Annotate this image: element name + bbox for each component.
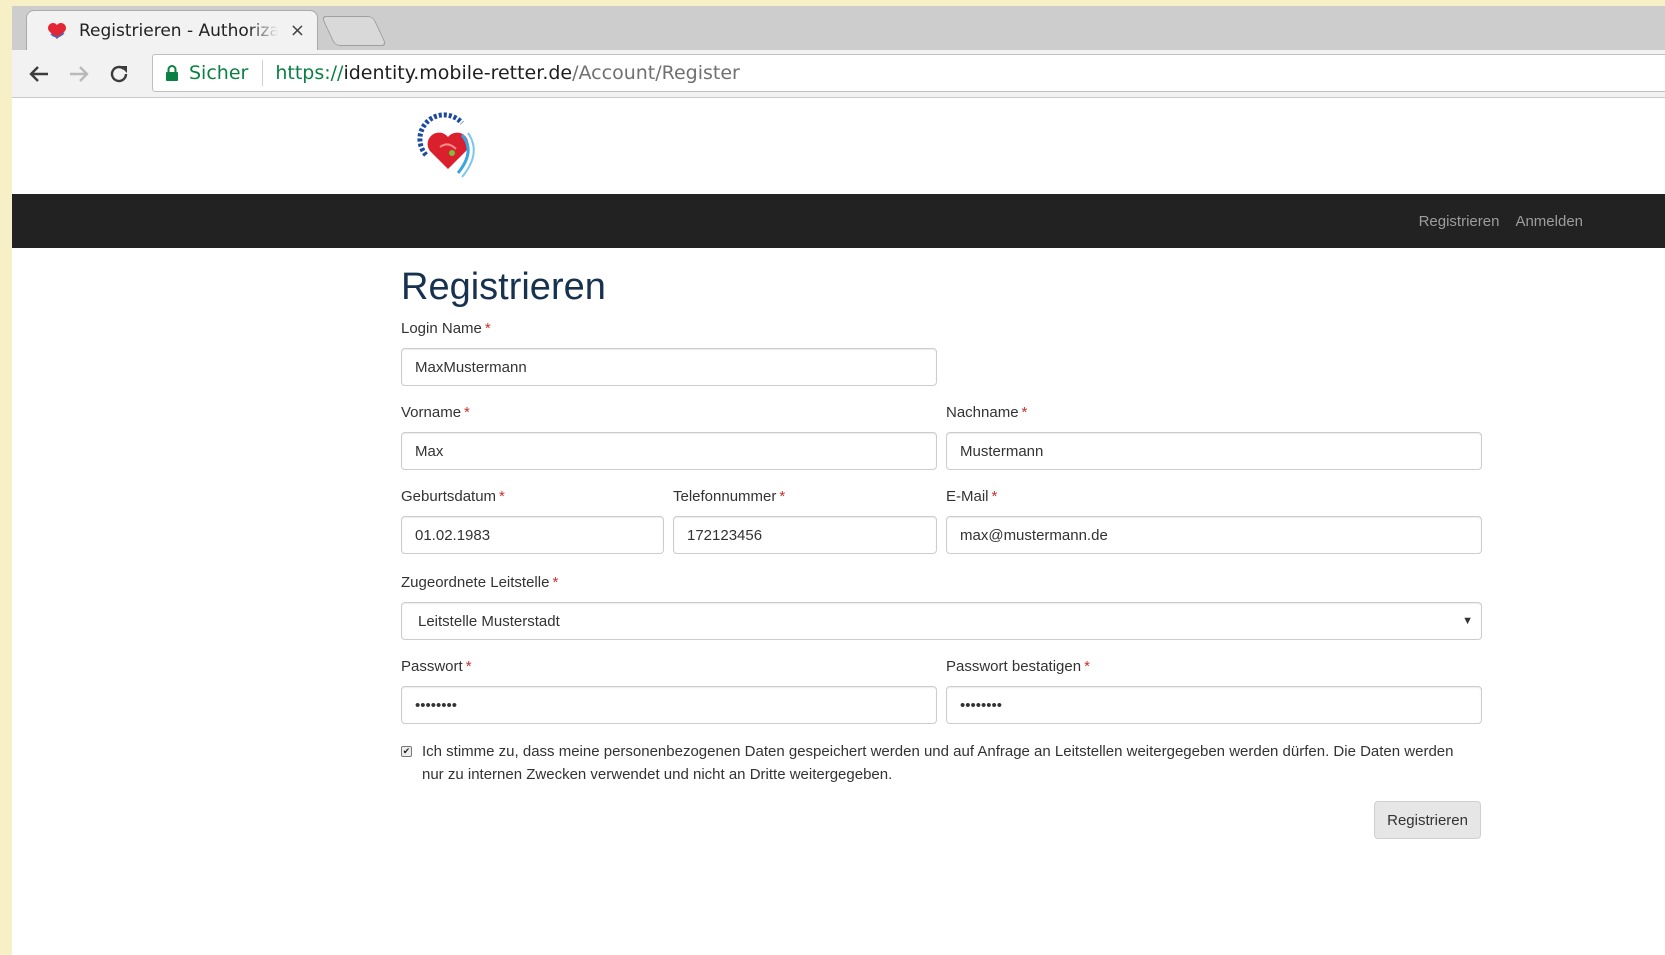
consent-checkbox[interactable]: ✔ [401,746,412,757]
email-input[interactable] [946,516,1482,554]
required-mark: * [991,488,998,505]
birthdate-label-text: Geburtsdatum [401,488,497,505]
required-mark: * [779,488,786,505]
first-name-input[interactable] [401,432,937,470]
back-arrow-icon [29,65,48,82]
last-name-input[interactable] [946,432,1482,470]
first-name-label: Vorname * [401,404,470,421]
site-navbar: Registrieren Anmelden [12,194,1665,248]
required-mark: * [1084,658,1090,675]
browser-tab[interactable]: Registrieren - Authorizati × [26,10,318,50]
password-confirm-input[interactable] [946,686,1482,724]
birthdate-label: Geburtsdatum * [401,488,505,505]
password-label-text: Passwort [401,658,463,675]
email-label: E-Mail * [946,488,997,505]
browser-toolbar: Sicher https://identity.mobile-retter.de… [12,50,1665,98]
address-bar[interactable]: Sicher https://identity.mobile-retter.de… [152,54,1665,92]
required-mark: * [1021,404,1028,421]
secure-label: Sicher [189,62,249,84]
navbar-links: Registrieren Anmelden [1419,194,1583,248]
control-center-select[interactable]: Leitstelle Musterstadt ▼ [401,602,1482,640]
consent-text: Ich stimme zu, dass meine personenbezoge… [422,743,1454,783]
reload-button[interactable] [99,54,139,94]
browser-window: Registrieren - Authorizati × Sicher http… [12,6,1665,955]
required-mark: * [484,320,491,337]
nav-register-link[interactable]: Registrieren [1419,213,1500,230]
birthdate-input[interactable] [401,516,664,554]
phone-label-text: Telefonnummer [673,488,777,505]
mobile-retter-logo[interactable] [414,111,484,181]
window-frame: Registrieren - Authorizati × Sicher http… [0,0,1665,955]
page-title: Registrieren [401,266,606,308]
nav-login-link[interactable]: Anmelden [1515,213,1583,230]
password-input[interactable] [401,686,937,724]
tab-title: Registrieren - Authorizati [79,20,278,41]
forward-button[interactable] [59,54,99,94]
reload-icon [110,65,128,82]
login-name-label: Login Name * [401,320,491,337]
lock-icon [166,65,178,81]
last-name-label-text: Nachname [946,404,1019,421]
forward-arrow-icon [70,65,89,82]
omnibox-divider [262,60,264,86]
phone-input[interactable] [673,516,937,554]
control-center-label-text: Zugeordnete Leitstelle [401,574,550,591]
login-name-input[interactable] [401,348,937,386]
last-name-label: Nachname * [946,404,1027,421]
password-label: Passwort * [401,658,472,675]
close-tab-icon[interactable]: × [290,20,305,41]
required-mark: * [552,574,559,591]
required-mark: * [499,488,505,505]
email-label-text: E-Mail [946,488,989,505]
heart-favicon-icon [48,22,66,39]
url-path: /Account/Register [572,62,740,84]
caret-down-icon: ▼ [1462,615,1473,627]
page-content: Registrieren Anmelden Registrieren Login… [12,99,1665,955]
consent-row: ✔ Ich stimme zu, dass meine personenbezo… [401,740,1461,786]
phone-label: Telefonnummer * [673,488,785,505]
control-center-selected: Leitstelle Musterstadt [418,612,560,630]
required-mark: * [465,658,472,675]
tab-strip: Registrieren - Authorizati × [12,6,1665,50]
password-confirm-label: Passwort bestatigen * [946,658,1090,675]
url-host: identity.mobile-retter.de [343,62,573,84]
register-submit-button[interactable]: Registrieren [1374,801,1481,839]
first-name-label-text: Vorname [401,404,462,421]
control-center-label: Zugeordnete Leitstelle * [401,574,558,591]
url-scheme: https:// [275,62,344,84]
login-name-label-text: Login Name [401,320,482,337]
new-tab-button[interactable] [321,16,387,46]
required-mark: * [464,404,470,421]
security-indicator[interactable]: Sicher [165,62,248,84]
back-button[interactable] [19,54,59,94]
password-confirm-label-text: Passwort bestatigen [946,658,1082,675]
